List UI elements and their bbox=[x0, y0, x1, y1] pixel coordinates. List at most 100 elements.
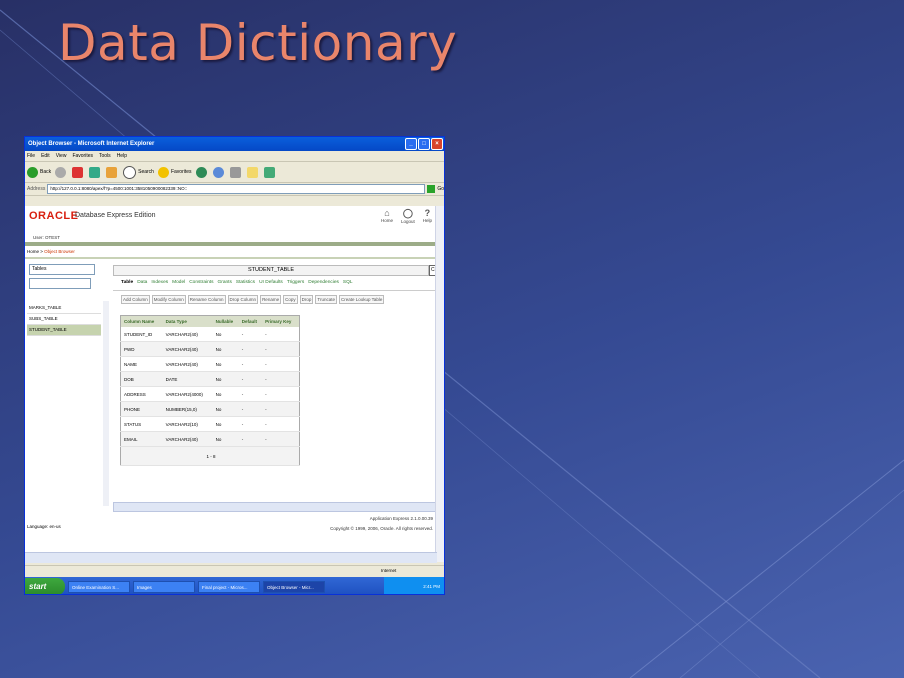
folder-button[interactable] bbox=[246, 166, 260, 178]
favorites-button[interactable]: Favorites bbox=[157, 166, 192, 178]
menu-edit[interactable]: Edit bbox=[41, 153, 50, 159]
menu-file[interactable]: File bbox=[27, 153, 35, 159]
page-horizontal-scrollbar[interactable] bbox=[25, 552, 437, 563]
tab-ui-defaults[interactable]: UI Defaults bbox=[259, 280, 283, 285]
home-link[interactable]: ⌂ Home bbox=[381, 208, 393, 224]
home-button[interactable] bbox=[106, 166, 119, 178]
table-cell: - bbox=[262, 371, 300, 387]
address-label: Address bbox=[27, 186, 46, 192]
list-item[interactable]: MARKS_TABLE bbox=[27, 303, 101, 314]
table-cell: VARCHAR2(40) bbox=[162, 341, 213, 357]
column-header: Nullable bbox=[212, 315, 239, 327]
maximize-button[interactable]: □ bbox=[418, 138, 430, 150]
stop-icon bbox=[72, 166, 84, 178]
copy-button[interactable]: Copy bbox=[283, 295, 298, 304]
taskbar-item[interactable]: Online Examination S... bbox=[68, 580, 130, 593]
table-cell: VARCHAR2(10) bbox=[162, 416, 213, 432]
table-cell: VARCHAR2(4000) bbox=[162, 386, 213, 402]
list-item[interactable]: SUBS_TABLE bbox=[27, 314, 101, 325]
table-cell: STATUS bbox=[120, 416, 163, 432]
product-name: Database Express Edition bbox=[75, 212, 156, 219]
tab-model[interactable]: Model bbox=[172, 280, 185, 285]
refresh-icon bbox=[89, 166, 101, 178]
table-cell: - bbox=[238, 431, 263, 447]
table-cell: DATE bbox=[162, 371, 213, 387]
tab-table[interactable]: Table bbox=[121, 280, 133, 285]
table-cell: No bbox=[212, 356, 239, 372]
help-link[interactable]: ? Help bbox=[423, 208, 432, 224]
tab-data[interactable]: Data bbox=[137, 280, 147, 285]
object-search-input[interactable] bbox=[29, 278, 91, 289]
table-cell: EMAIL bbox=[120, 431, 163, 447]
table-cell: - bbox=[262, 401, 300, 417]
table-cell: No bbox=[212, 386, 239, 402]
tab-sql[interactable]: SQL bbox=[343, 280, 353, 285]
go-icon[interactable] bbox=[427, 185, 436, 193]
go-label[interactable]: Go bbox=[437, 186, 444, 192]
print-icon bbox=[229, 166, 241, 178]
taskbar-item[interactable]: Final project - Micros... bbox=[198, 580, 260, 593]
menu-tools[interactable]: Tools bbox=[99, 153, 111, 159]
tab-indexes[interactable]: Indexes bbox=[151, 280, 168, 285]
address-input[interactable]: http://127.0.0.1:8080/apex/f?p=4500:1001… bbox=[47, 184, 426, 194]
stop-button[interactable] bbox=[72, 166, 85, 178]
tab-grants[interactable]: Grants bbox=[217, 280, 231, 285]
menu-view[interactable]: View bbox=[56, 153, 67, 159]
taskbar-item[interactable]: Object Browser - Micr... bbox=[263, 580, 325, 593]
page-vertical-scrollbar[interactable] bbox=[435, 206, 444, 562]
table-cell: - bbox=[262, 341, 300, 357]
object-type-select[interactable]: Tables bbox=[29, 264, 95, 275]
language-label: Language: en-us bbox=[27, 524, 61, 529]
table-cell: NUMBER(15,0) bbox=[162, 401, 213, 417]
browser-toolbar: Back Search Favorites bbox=[25, 162, 444, 183]
breadcrumb-current[interactable]: Object Browser bbox=[44, 249, 75, 254]
table-cell: - bbox=[238, 356, 263, 372]
history-icon bbox=[195, 166, 207, 178]
modify-column-button[interactable]: Modify Column bbox=[151, 295, 186, 304]
create-lookup-table-button[interactable]: Create Lookup Table bbox=[338, 295, 385, 304]
detail-tabs: Table Data Indexes Model Constraints Gra… bbox=[121, 280, 353, 285]
minimize-button[interactable]: _ bbox=[405, 138, 417, 150]
rename-button[interactable]: Rename bbox=[260, 295, 282, 304]
tab-dependencies[interactable]: Dependencies bbox=[308, 280, 339, 285]
messenger-button[interactable] bbox=[263, 166, 277, 178]
tab-triggers[interactable]: Triggers bbox=[287, 280, 304, 285]
add-column-button[interactable]: Add Column bbox=[121, 295, 150, 304]
header-divider bbox=[25, 242, 437, 246]
list-item[interactable]: STUDENT_TABLE bbox=[27, 325, 101, 336]
truncate-button[interactable]: Truncate bbox=[315, 295, 337, 304]
table-cell: VARCHAR2(40) bbox=[162, 431, 213, 447]
forward-button[interactable] bbox=[55, 166, 68, 178]
table-row: EMAIL VARCHAR2(40) No - - bbox=[120, 431, 300, 447]
table-cell: No bbox=[212, 371, 239, 387]
taskbar-item[interactable]: Images bbox=[133, 580, 195, 593]
star-icon bbox=[157, 166, 169, 178]
search-button[interactable]: Search bbox=[123, 165, 154, 179]
menu-help[interactable]: Help bbox=[117, 153, 127, 159]
table-cell: - bbox=[238, 416, 263, 432]
logout-link[interactable]: ◯ Logout bbox=[401, 208, 415, 224]
drop-column-button[interactable]: Drop Column bbox=[227, 295, 259, 304]
refresh-button[interactable] bbox=[89, 166, 102, 178]
mail-button[interactable] bbox=[212, 166, 226, 178]
list-scrollbar[interactable] bbox=[103, 301, 109, 506]
table-cell: NAME bbox=[120, 356, 163, 372]
table-cell: PWD bbox=[120, 341, 163, 357]
history-button[interactable] bbox=[195, 166, 209, 178]
start-button[interactable]: start bbox=[25, 578, 65, 594]
table-row: STATUS VARCHAR2(10) No - - bbox=[120, 416, 300, 432]
drop-button[interactable]: Drop bbox=[299, 295, 314, 304]
back-button[interactable]: Back bbox=[27, 166, 51, 178]
table-cell: - bbox=[238, 401, 263, 417]
panel-horizontal-scrollbar[interactable] bbox=[113, 502, 439, 512]
breadcrumb-home[interactable]: Home > bbox=[27, 249, 43, 254]
table-cell: VARCHAR2(40) bbox=[162, 356, 213, 372]
menu-favorites[interactable]: Favorites bbox=[72, 153, 93, 159]
rename-column-button[interactable]: Rename Column bbox=[187, 295, 226, 304]
tab-constraints[interactable]: Constraints bbox=[189, 280, 213, 285]
slide-title: Data Dictionary bbox=[58, 14, 458, 72]
pagination-row: 1 - 8 bbox=[120, 446, 300, 466]
tab-statistics[interactable]: Statistics bbox=[236, 280, 255, 285]
close-button[interactable]: × bbox=[431, 138, 443, 150]
print-button[interactable] bbox=[229, 166, 243, 178]
